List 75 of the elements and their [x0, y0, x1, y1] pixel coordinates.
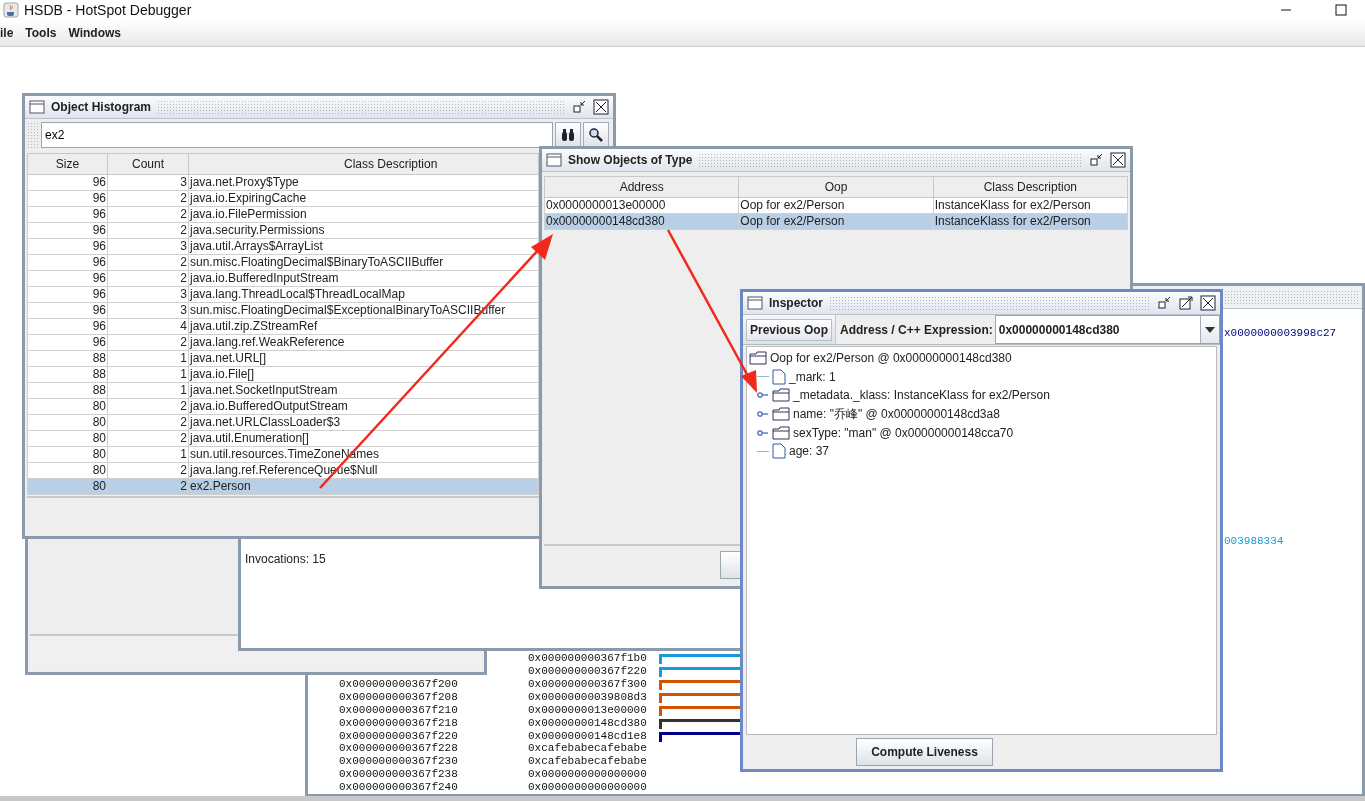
memory-value: 0x00000000148cd380	[528, 716, 647, 729]
window-title: HSDB - HotSpot Debugger	[24, 2, 192, 18]
window-icon	[546, 153, 562, 167]
document-icon	[772, 443, 786, 460]
maximize-icon[interactable]	[1178, 295, 1194, 311]
tree-item[interactable]: _mark: 1	[789, 369, 836, 384]
window-title: Show Objects of Type	[568, 153, 693, 167]
binoculars-icon	[560, 127, 576, 143]
memory-value: 0x000000000367f1b0	[528, 652, 647, 665]
expand-handle-icon[interactable]	[757, 409, 769, 420]
memory-address: 0x000000000367f240	[339, 781, 458, 794]
column-header[interactable]: Size	[27, 153, 108, 175]
memory-value: 0x000000000367f220	[528, 665, 647, 678]
window-title: Object Histogram	[51, 100, 152, 114]
window-icon	[29, 100, 45, 114]
memory-value: 0x000000000367f300	[528, 678, 647, 690]
column-header[interactable]: Class Description	[188, 153, 539, 175]
caret-icon	[1204, 325, 1216, 334]
column-header[interactable]: Count	[107, 153, 189, 175]
memory-address: 0x000000000367f220	[339, 729, 458, 742]
expand-handle-icon[interactable]	[757, 390, 769, 401]
find-button[interactable]	[555, 122, 581, 148]
column-header[interactable]: Class Description	[933, 176, 1128, 198]
folder-icon	[772, 425, 790, 440]
restore-icon[interactable]	[1156, 295, 1172, 311]
filter-field[interactable]: ex2	[41, 122, 553, 148]
memory-value: 0x0000000000000000	[528, 768, 647, 781]
previous-oop-button[interactable]: Previous Oop	[746, 318, 832, 341]
memory-address: 0x000000000367f208	[339, 690, 458, 703]
table-row[interactable]: 0x0000000013e00000 Oop for ex2/Person InstanceKlass for ex2/Person	[544, 197, 1128, 214]
drag-handle[interactable]	[27, 122, 39, 148]
window-icon	[747, 296, 763, 310]
memory-value: 0x0000000000000000	[528, 781, 647, 794]
window-title: Inspector	[769, 296, 823, 310]
memory-value: 0x00000000148cd1e8	[528, 729, 647, 742]
java-cup-icon	[3, 2, 19, 18]
menu-item[interactable]: Tools	[25, 26, 57, 40]
maximize-icon[interactable]	[1335, 4, 1347, 16]
menu-item[interactable]: Windows	[68, 26, 121, 40]
memory-address: 0x000000000367f228	[339, 742, 458, 755]
output-text: Invocations: 15	[245, 552, 327, 566]
table-row[interactable]: 0x00000000148cd380 Oop for ex2/Person InstanceKlass for ex2/Person	[544, 213, 1128, 230]
search-icon	[588, 127, 604, 143]
folder-icon	[749, 351, 767, 366]
restore-icon[interactable]	[1088, 152, 1104, 168]
address-text: x0000000003998c27	[1224, 327, 1337, 339]
compute-liveness-button[interactable]: Compute Liveness	[856, 738, 993, 766]
document-icon	[772, 368, 786, 385]
search-button[interactable]	[583, 122, 609, 148]
close-icon[interactable]	[1110, 152, 1126, 168]
memory-value: 0x0000000013e00000	[528, 703, 647, 716]
restore-icon[interactable]	[571, 99, 587, 115]
address-combo[interactable]: 0x00000000148cd380	[994, 315, 1220, 344]
memory-value: 0xcafebabecafebabe	[528, 742, 647, 755]
address-text: 003988334	[1224, 535, 1284, 547]
tree-item[interactable]: age: 37	[789, 444, 830, 459]
memory-address: 0x000000000367f218	[339, 716, 458, 729]
tree-item[interactable]: name: "乔峰" @ 0x00000000148cd3a8	[793, 405, 1000, 423]
close-icon[interactable]	[593, 99, 609, 115]
folder-icon	[772, 407, 790, 422]
memory-address: 0x000000000367f200	[339, 678, 458, 690]
memory-address: 0x000000000367f238	[339, 768, 458, 781]
tree-item[interactable]: Oop for ex2/Person @ 0x00000000148cd380	[770, 351, 1012, 366]
column-header[interactable]: Oop	[738, 176, 934, 198]
memory-address: 0x000000000367f230	[339, 755, 458, 768]
tree-item[interactable]: sexType: "man" @ 0x00000000148cca70	[793, 425, 1014, 440]
memory-address: 0x000000000367f210	[339, 703, 458, 716]
memory-value: 0x00000000039808d3	[528, 690, 647, 703]
column-header[interactable]: Address	[544, 176, 739, 198]
memory-value: 0xcafebabecafebabe	[528, 755, 647, 768]
tree-item[interactable]: _metadata._klass: InstanceKlass for ex2/Person	[793, 388, 1050, 403]
folder-icon	[772, 388, 790, 403]
expand-handle-icon[interactable]	[757, 427, 769, 438]
menu-item[interactable]: ile	[0, 26, 14, 40]
close-icon[interactable]	[1200, 295, 1216, 311]
